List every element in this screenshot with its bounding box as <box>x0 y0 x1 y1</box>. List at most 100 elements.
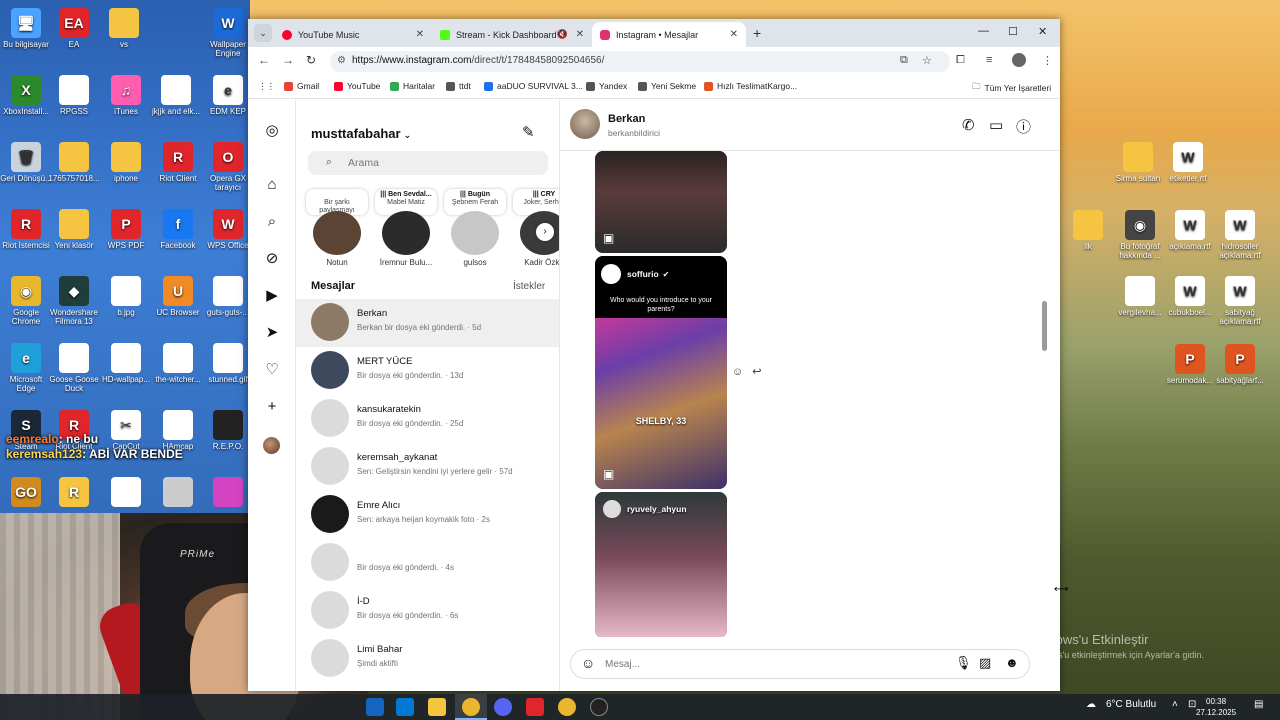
desktop-icon[interactable]: ◉ Google Chrome <box>0 276 52 326</box>
desktop-icon[interactable]: Pserumodak... <box>1164 344 1216 385</box>
reply-icon[interactable]: ↩ <box>752 366 761 378</box>
forward-button[interactable]: → <box>282 53 294 67</box>
shared-reel-1[interactable]: ▣ <box>595 151 727 253</box>
apps-grid-icon[interactable]: ⋮⋮ <box>258 81 275 92</box>
desktop-icon[interactable]: HD-wallpap... <box>100 343 152 384</box>
contact-avatar[interactable] <box>570 109 600 139</box>
microphone-icon[interactable]: 🎙 <box>955 655 972 671</box>
note-item[interactable]: Bir şarkı paylaşmayı dene... Notun <box>302 189 372 267</box>
weather-label[interactable]: 6°C Bulutlu <box>1106 699 1156 710</box>
site-info-icon[interactable]: ⚙ <box>337 55 346 66</box>
conversation-item[interactable]: Bir dosya eki gönderdi. · 4s <box>296 539 559 587</box>
close-icon[interactable]: ✕ <box>416 29 424 40</box>
desktop-icon[interactable]: 1765757018... <box>48 142 100 183</box>
shared-reel-2[interactable]: soffurio ✔ Who would you introduce to yo… <box>595 256 727 489</box>
notifications-heart-icon[interactable]: ♡ <box>262 360 282 380</box>
search-icon[interactable]: ⌕ <box>262 212 282 232</box>
desktop-icon[interactable]: 🗑 Geri Dönüşü... <box>0 142 52 183</box>
desktop-icon[interactable]: Wetiketler.rtf <box>1162 142 1214 183</box>
desktop-icon[interactable]: f Facebook <box>152 209 204 250</box>
url-field[interactable]: ⚙ https://www.instagram.com/direct/t/178… <box>330 51 950 72</box>
desktop-icon[interactable]: RPGSS <box>48 75 100 116</box>
desktop-icon[interactable] <box>202 477 254 509</box>
obs-icon[interactable] <box>590 698 608 716</box>
conversation-item[interactable]: Berkan Berkan bir dosya eki gönderdi. · 5… <box>296 299 559 347</box>
desktop-icon[interactable]: Yeni klasör <box>48 209 100 250</box>
info-icon[interactable]: ⓘ <box>1016 116 1031 137</box>
desktop-icon[interactable]: W WPS Office <box>202 209 254 250</box>
desktop-icon[interactable]: b.jpg <box>100 276 152 317</box>
desktop-icon[interactable]: e EDM KEP <box>202 75 254 116</box>
menu-icon[interactable]: ⋮ <box>1042 54 1053 67</box>
desktop-icon[interactable]: O Opera GX tarayıcı <box>202 142 254 192</box>
desktop-icon[interactable]: P WPS PDF <box>100 209 152 250</box>
desktop-icon[interactable]: e Microsoft Edge <box>0 343 52 393</box>
bookmark-item[interactable]: YouTube <box>334 81 380 91</box>
bookmark-item[interactable]: ttdt <box>446 81 471 91</box>
tab-youtube-music[interactable]: YouTube Music ✕ <box>274 22 432 47</box>
tray-chevron-up-icon[interactable]: ˄ <box>1172 699 1178 710</box>
wps-office-icon[interactable] <box>526 698 544 716</box>
desktop-icon[interactable]: ◉ Bu fotoğraf hakkında ... <box>1114 210 1166 260</box>
desktop-icon[interactable]: ♫ iTunes <box>100 75 152 116</box>
messages-icon[interactable]: ➤ <box>262 323 282 343</box>
desktop-icon[interactable]: the-witcher... <box>152 343 204 384</box>
chrome-profile-icon[interactable] <box>558 698 576 716</box>
conversation-item[interactable]: keremsah_aykanat Sen: Geliştirsin kendini… <box>296 443 559 491</box>
desktop-icon[interactable]: R Riot İstemcisi <box>0 209 52 250</box>
phone-call-icon[interactable]: ✆ <box>962 116 975 134</box>
close-icon[interactable]: ✕ <box>576 29 584 40</box>
desktop-icon[interactable]: stunned.gif <box>202 343 254 384</box>
desktop-icon[interactable]: Goose Goose Duck <box>48 343 100 393</box>
instagram-logo-icon[interactable]: ◎ <box>262 121 282 141</box>
new-message-icon[interactable]: ✎ <box>522 123 535 141</box>
chevron-right-icon[interactable]: › <box>536 223 554 241</box>
desktop-icon[interactable]: R.E.P.O. <box>202 410 254 451</box>
desktop-icon[interactable]: R Riot Client <box>152 142 204 183</box>
contact-name[interactable]: Berkan <box>608 113 645 125</box>
message-input[interactable] <box>605 657 935 671</box>
install-app-icon[interactable]: ⧉ <box>900 54 908 67</box>
profile-avatar[interactable] <box>1012 53 1026 67</box>
system-clock[interactable]: 00:38 27.12.2025 <box>1196 696 1236 718</box>
desktop-icon[interactable]: Psabityağlarf... <box>1214 344 1266 385</box>
desktop-icon[interactable]: X XboxInstall... <box>0 75 52 116</box>
note-item[interactable]: ||| Ben Sevdal... Mabel Matiz İremnur Bulu… <box>371 189 441 267</box>
bookmark-item[interactable]: Yeni Sekme <box>638 81 696 91</box>
desktop-icon[interactable]: Wcubukboel... <box>1164 276 1216 317</box>
desktop-icon[interactable]: Wsabityağ açıklama.rtf <box>1214 276 1266 326</box>
desktop-icon[interactable]: GO <box>0 477 52 509</box>
scrollbar-thumb[interactable] <box>1042 301 1047 351</box>
new-tab-button[interactable]: + <box>753 25 761 41</box>
conversation-item[interactable]: Limi Bahar Şimdi aktifti <box>296 635 559 683</box>
conversation-item[interactable]: Emre Alıcı Sen: arkaya heijan koymakik fo… <box>296 491 559 539</box>
maximize-button[interactable]: ☐ <box>1008 25 1018 38</box>
tab-instagram[interactable]: Instagram • Mesajlar ✕ <box>592 22 746 47</box>
back-button[interactable]: ← <box>258 53 270 67</box>
bookmark-item[interactable]: Gmail <box>284 81 319 91</box>
desktop-icon[interactable]: R <box>48 477 100 509</box>
reload-button[interactable]: ↻ <box>306 53 316 67</box>
weather-icon[interactable]: ☁ <box>1086 699 1096 710</box>
desktop-icon[interactable]: Whidrosoller açıklama.rtf <box>1214 210 1266 260</box>
bookmark-item[interactable]: Hızlı TeslimatKargo... <box>704 81 797 91</box>
desktop-icon[interactable]: Sirma sultan <box>1112 142 1164 183</box>
bookmark-item[interactable]: aaDUO SURVIVAL 3... <box>484 81 583 91</box>
desktop-icon[interactable]: vs <box>98 8 150 49</box>
desktop-icon[interactable]: ◆ Wondershare Filmora 13 <box>48 276 100 326</box>
desktop-icon[interactable]: jkjjk and elk... <box>150 75 202 116</box>
desktop-icon[interactable]: iphone <box>100 142 152 183</box>
discord-icon[interactable] <box>494 698 512 716</box>
sticker-icon[interactable]: ☻ <box>1005 655 1019 670</box>
scrollbar[interactable] <box>1042 151 1048 637</box>
desktop-icon[interactable]: ilk <box>1062 210 1114 251</box>
profile-avatar[interactable] <box>263 437 280 454</box>
bookmark-item[interactable]: Haritalar <box>390 81 435 91</box>
muted-speaker-icon[interactable]: 🔇 <box>557 29 568 40</box>
note-item[interactable]: ||| Bugün Şebnem Ferah gulsos <box>440 189 510 267</box>
home-icon[interactable]: ⌂ <box>262 175 282 195</box>
explore-icon[interactable]: ⊘ <box>262 249 282 269</box>
desktop-icon[interactable] <box>100 477 152 509</box>
desktop-icon[interactable]: Waçıklama.rtf <box>1164 210 1216 251</box>
conversation-item[interactable]: kansukaratekin Bir dosya eki gönderdin. ·… <box>296 395 559 443</box>
